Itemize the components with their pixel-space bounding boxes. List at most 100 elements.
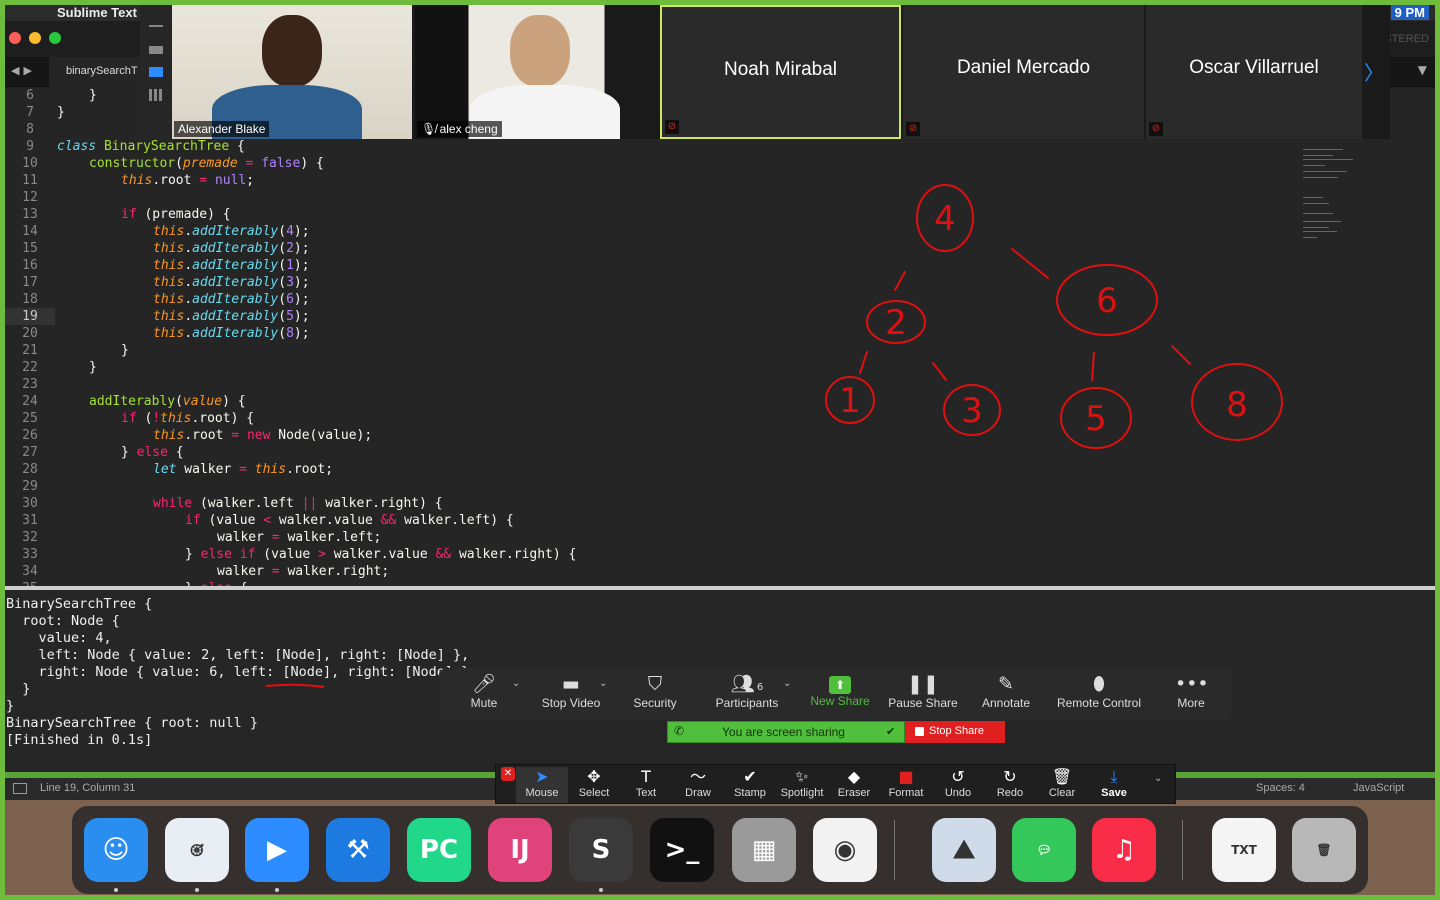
active-speaker-icon[interactable]	[149, 46, 163, 54]
app-menu-name[interactable]: Sublime Text	[57, 5, 137, 20]
code-line[interactable]: this.addIterably(1);	[153, 257, 310, 274]
select-tool-button[interactable]: ✥ Select	[568, 767, 620, 803]
line-number: 7	[26, 105, 34, 120]
participant-tile[interactable]: 🎙︎̸ alex cheng	[415, 5, 658, 139]
draw-tool-button[interactable]: 〜 Draw	[672, 767, 724, 803]
redo-tool-button[interactable]: ↻ Redo	[984, 767, 1036, 803]
code-line[interactable]: this.addIterably(6);	[153, 291, 310, 308]
participant-tile[interactable]: Noah Mirabal ⊘	[660, 5, 901, 139]
syntax-selector[interactable]: JavaScript	[1353, 782, 1404, 794]
muted-mic-icon: ⊘	[665, 120, 679, 134]
code-line[interactable]: } else {	[121, 444, 184, 461]
zoom-window-button[interactable]	[49, 32, 61, 44]
close-annotation-icon[interactable]: ✕	[501, 767, 515, 781]
code-line[interactable]: walker = walker.right;	[217, 563, 389, 580]
zoom-icon[interactable]: ▶	[245, 818, 309, 882]
tree-edge-2-3	[932, 362, 947, 381]
minimize-window-button[interactable]	[29, 32, 41, 44]
file-tab[interactable]: binarySearchT	[49, 57, 149, 87]
eraser-tool-button[interactable]: ◆ Eraser	[828, 767, 880, 803]
mouse-tool-button[interactable]: ➤ Mouse	[516, 767, 568, 803]
safari-icon[interactable]: 🧭︎	[165, 818, 229, 882]
intellij-icon[interactable]: IJ	[488, 818, 552, 882]
code-line[interactable]: class BinarySearchTree {	[57, 138, 245, 155]
code-line[interactable]: while (walker.left || walker.right) {	[153, 495, 443, 512]
participant-tile[interactable]: Alexander Blake	[172, 5, 412, 139]
txt-file-icon[interactable]: TXT	[1212, 818, 1276, 882]
code-line[interactable]: let walker = this.root;	[153, 461, 333, 478]
pause-share-button[interactable]: ❚❚ Pause Share	[883, 672, 963, 716]
panel-toggle-icon[interactable]	[13, 783, 27, 794]
tab-nav-arrows-icon[interactable]: ◀▶	[11, 64, 36, 77]
close-window-button[interactable]	[9, 32, 21, 44]
code-line[interactable]: this.addIterably(5);	[153, 308, 310, 325]
format-tool-button[interactable]: ■ Format	[880, 767, 932, 803]
code-line[interactable]: }	[57, 104, 65, 121]
mute-options-caret-icon[interactable]: ⌄	[512, 678, 520, 689]
stamp-tool-button[interactable]: ✔ Stamp	[724, 767, 776, 803]
gallery-next-icon[interactable]: 〉	[1364, 57, 1384, 86]
stop-video-button[interactable]: ▬ Stop Video	[534, 672, 608, 716]
tab-dropdown-icon[interactable]: ▼	[1418, 63, 1427, 77]
menubar-clock[interactable]: 9 PM	[1390, 5, 1429, 20]
code-line[interactable]: constructor(premade = false) {	[89, 155, 324, 172]
calculator-icon[interactable]: ▦	[732, 818, 796, 882]
sublime-icon[interactable]: S	[569, 818, 633, 882]
code-token: .root) {	[191, 411, 255, 426]
code-line[interactable]: if (premade) {	[121, 206, 231, 223]
xcode-icon[interactable]: ⚒	[326, 818, 390, 882]
code-line[interactable]: this.root = new Node(value);	[153, 427, 372, 444]
mute-button[interactable]: 🎤︎ Mute	[463, 672, 505, 716]
remote-control-button[interactable]: ⬮ Remote Control	[1049, 672, 1149, 716]
participant-tile[interactable]: Daniel Mercado ⊘	[903, 5, 1144, 139]
spotlight-tool-button[interactable]: ✨︎ Spotlight	[776, 767, 828, 803]
strip-view-icon[interactable]	[149, 67, 163, 77]
trash-icon[interactable]: 🗑︎	[1292, 818, 1356, 882]
code-line[interactable]: addIterably(value) {	[89, 393, 246, 410]
minimap-line	[1303, 159, 1353, 160]
undo-tool-button[interactable]: ↺ Undo	[932, 767, 984, 803]
code-token: ||	[301, 496, 318, 511]
tool-label: Clear	[1048, 787, 1076, 799]
preview-icon[interactable]: ⛰	[932, 818, 996, 882]
code-line[interactable]: }	[121, 342, 129, 359]
code-line[interactable]: this.addIterably(3);	[153, 274, 310, 291]
participants-button[interactable]: 👥︎ 6 Participants	[707, 672, 787, 716]
security-button[interactable]: ⛉ Security	[624, 672, 686, 716]
clear-tool-button[interactable]: 🗑︎ Clear	[1036, 767, 1088, 803]
code-line[interactable]: walker = walker.left;	[217, 529, 381, 546]
code-line[interactable]: this.addIterably(2);	[153, 240, 310, 257]
save-tool-button[interactable]: ⤓ Save	[1088, 767, 1140, 803]
chrome-icon[interactable]: ◉	[813, 818, 877, 882]
indentation-setting[interactable]: Spaces: 4	[1256, 782, 1305, 794]
code-line[interactable]: if (!this.root) {	[121, 410, 254, 427]
minimize-gallery-icon[interactable]	[149, 25, 163, 27]
code-line[interactable]: } else if (value > walker.value && walke…	[185, 546, 576, 563]
music-icon[interactable]: ♫	[1092, 818, 1156, 882]
code-line[interactable]: this.root = null;	[121, 172, 254, 189]
pycharm-icon[interactable]: PC	[407, 818, 471, 882]
stop-share-button[interactable]: Stop Share	[905, 721, 1005, 743]
video-options-caret-icon[interactable]: ⌄	[599, 678, 607, 689]
code-line[interactable]: }	[89, 359, 97, 376]
minimap[interactable]	[1297, 141, 1367, 241]
terminal-glyph: >_	[664, 835, 700, 865]
participant-tile[interactable]: Oscar Villarruel ⊘	[1146, 5, 1362, 139]
annotate-button[interactable]: ✎ Annotate	[969, 672, 1043, 716]
code-token: this	[121, 173, 153, 188]
code-line[interactable]: if (value < walker.value && walker.left)…	[185, 512, 514, 529]
code-line[interactable]: this.addIterably(8);	[153, 325, 310, 342]
grid-view-icon[interactable]	[149, 89, 163, 101]
participants-caret-icon[interactable]: ⌄	[783, 678, 791, 689]
code-token: (	[278, 275, 287, 290]
messages-icon[interactable]: 💬︎	[1012, 818, 1076, 882]
terminal-icon[interactable]: >_	[650, 818, 714, 882]
code-line[interactable]: this.addIterably(4);	[153, 223, 310, 240]
more-button[interactable]: ••• More	[1175, 672, 1209, 716]
code-token: ) {	[222, 394, 246, 409]
text-tool-button[interactable]: T Text	[620, 767, 672, 803]
new-share-button[interactable]: ⬆ New Share	[799, 672, 881, 716]
save-options-caret-icon[interactable]: ⌄	[1154, 773, 1162, 784]
finder-icon[interactable]: ☺	[84, 818, 148, 882]
code-line[interactable]: }	[89, 87, 97, 104]
